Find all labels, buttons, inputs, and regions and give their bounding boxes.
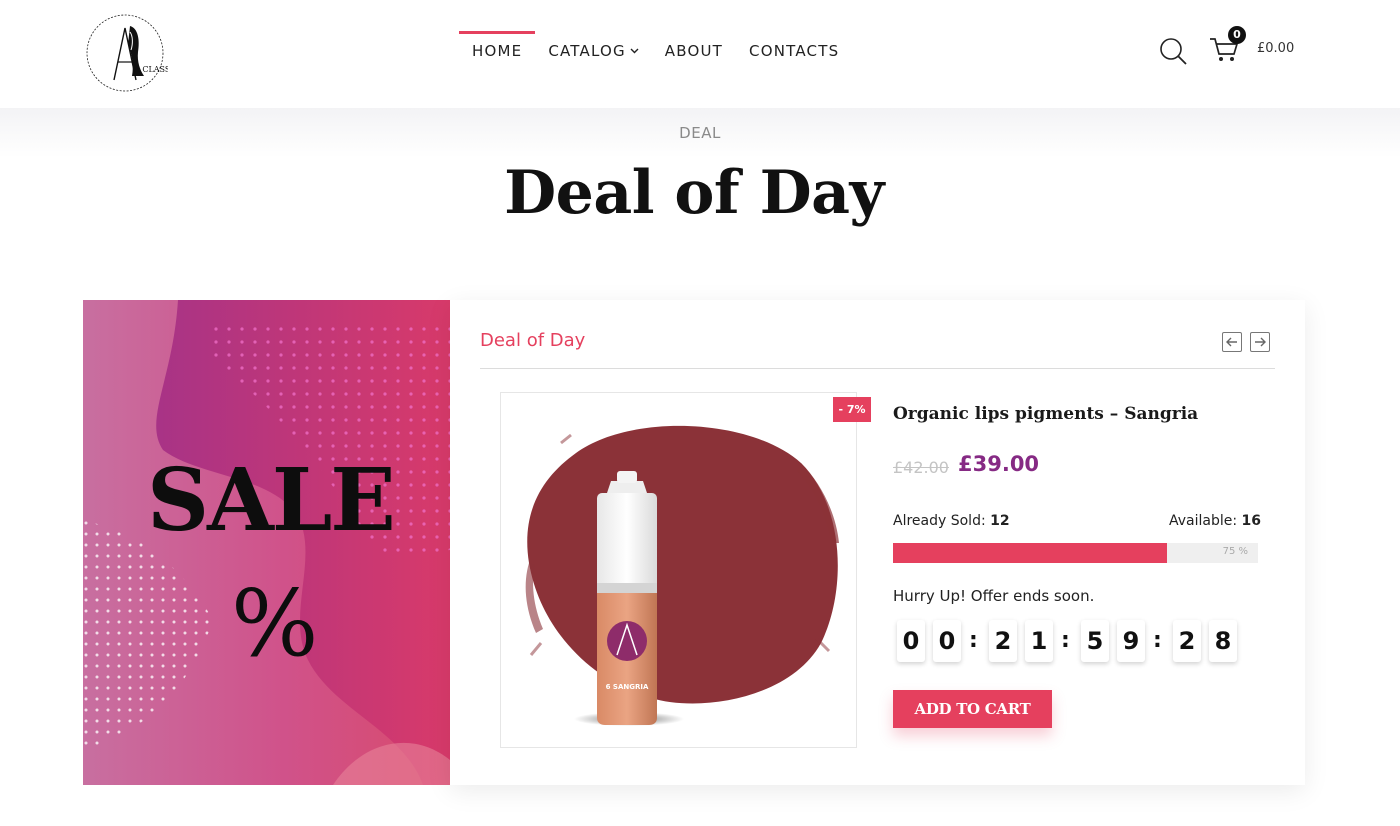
countdown-digit: 5 (1081, 620, 1109, 662)
chevron-down-icon (630, 46, 639, 57)
stock-progress-fill (893, 543, 1167, 563)
old-price: £42.00 (893, 458, 949, 477)
nav-home-label: HOME (472, 42, 523, 60)
sale-price: £39.00 (958, 452, 1040, 476)
nav-home[interactable]: HOME (459, 31, 536, 71)
product-name[interactable]: Organic lips pigments – Sangria (893, 404, 1198, 424)
available-value: 16 (1241, 513, 1262, 529)
svg-text:6 SANGRIA: 6 SANGRIA (606, 683, 649, 691)
countdown-separator: : (1153, 628, 1162, 653)
sold-value: 12 (990, 513, 1010, 529)
sale-word: SALE (147, 450, 396, 551)
sale-banner[interactable]: SALE % (83, 300, 450, 785)
discount-badge: - 7% (833, 397, 871, 422)
available-label: Available: (1169, 513, 1238, 529)
cart-total[interactable]: £0.00 (1257, 41, 1294, 56)
sold-count: Already Sold: 12 (893, 513, 1010, 529)
page-title: Deal of Day (504, 158, 884, 228)
main-nav: HOME CATALOG ABOUT CONTACTS (459, 31, 852, 71)
add-to-cart-button[interactable]: ADD TO CART (893, 690, 1052, 728)
svg-text:A CLASS: A CLASS (133, 65, 168, 74)
available-count: Available: 16 (1169, 513, 1261, 529)
countdown-digit: 2 (989, 620, 1017, 662)
cart-count-badge: 0 (1228, 26, 1246, 44)
countdown-separator: : (969, 628, 978, 653)
nav-contacts[interactable]: CONTACTS (736, 31, 852, 71)
site-header: A CLASS HOME CATALOG ABOUT CONTACTS 0 £0… (0, 0, 1400, 108)
product-image[interactable]: 6 SANGRIA (500, 392, 857, 748)
countdown-separator: : (1061, 628, 1070, 653)
nav-about-label: ABOUT (664, 42, 724, 60)
arrow-left-icon[interactable] (1222, 332, 1242, 352)
countdown-digit: 1 (1025, 620, 1053, 662)
countdown-digit: 8 (1209, 620, 1237, 662)
stock-progress-text: 75 % (1222, 546, 1248, 557)
arrow-right-icon[interactable] (1250, 332, 1270, 352)
sale-percent: % (231, 570, 319, 677)
nav-contacts-label: CONTACTS (749, 42, 840, 60)
deal-card: Deal of Day 6 SANGRIA - 7% Organic lips … (450, 300, 1305, 785)
nav-about[interactable]: ABOUT (652, 31, 736, 71)
sold-label: Already Sold: (893, 513, 986, 529)
nav-catalog[interactable]: CATALOG (535, 31, 651, 71)
countdown-digit: 9 (1117, 620, 1145, 662)
deal-section-title: Deal of Day (480, 330, 586, 351)
stock-progress-bar: 75 % (893, 543, 1258, 563)
section-eyebrow: DEAL (679, 124, 721, 142)
countdown-digit: 0 (897, 620, 925, 662)
countdown-digit: 2 (1173, 620, 1201, 662)
countdown-digit: 0 (933, 620, 961, 662)
search-icon[interactable] (1158, 36, 1188, 66)
brand-logo[interactable]: A CLASS (82, 10, 170, 96)
divider (480, 368, 1275, 369)
nav-catalog-label: CATALOG (548, 42, 626, 60)
hurry-text: Hurry Up! Offer ends soon. (893, 587, 1095, 605)
